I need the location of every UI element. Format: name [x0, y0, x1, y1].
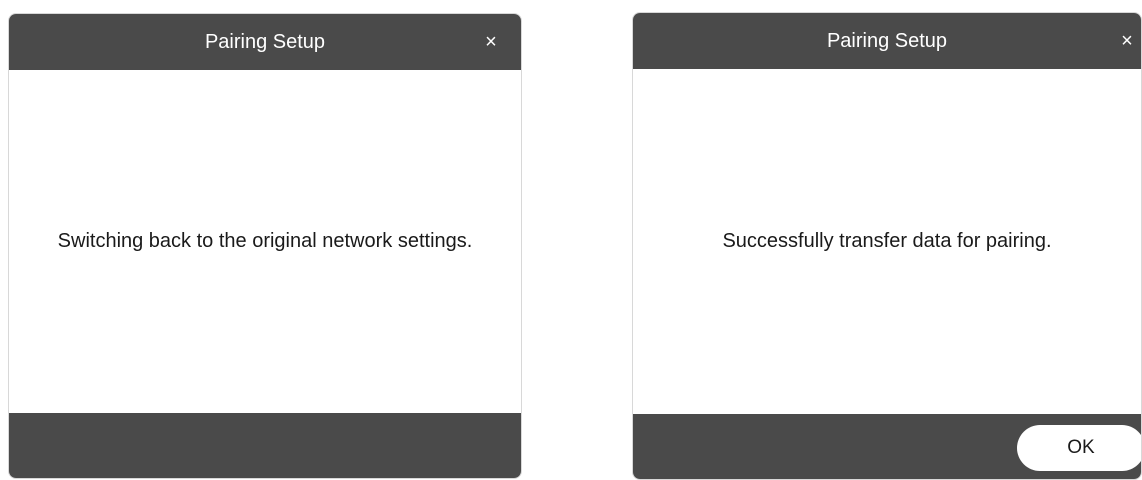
- screenshot-canvas: Pairing Setup × Switching back to the or…: [0, 0, 1142, 480]
- dialog-body: Switching back to the original network s…: [9, 70, 521, 413]
- pairing-setup-dialog-success: Pairing Setup × Successfully transfer da…: [632, 12, 1142, 480]
- dialog-title: Pairing Setup: [204, 31, 326, 53]
- dialog-footer: OK: [633, 414, 1141, 479]
- dialog-message: Switching back to the original network s…: [57, 230, 473, 252]
- dialog-title: Pairing Setup: [826, 30, 948, 52]
- close-icon[interactable]: ×: [1113, 27, 1141, 55]
- dialog-message: Successfully transfer data for pairing.: [722, 230, 1052, 252]
- close-icon[interactable]: ×: [477, 28, 505, 56]
- ok-button[interactable]: OK: [1017, 425, 1141, 471]
- dialog-body: Successfully transfer data for pairing.: [633, 69, 1141, 414]
- pairing-setup-dialog-switching: Pairing Setup × Switching back to the or…: [8, 13, 522, 479]
- dialog-footer: [9, 413, 521, 478]
- dialog-header: Pairing Setup ×: [633, 13, 1141, 69]
- dialog-header: Pairing Setup ×: [9, 14, 521, 70]
